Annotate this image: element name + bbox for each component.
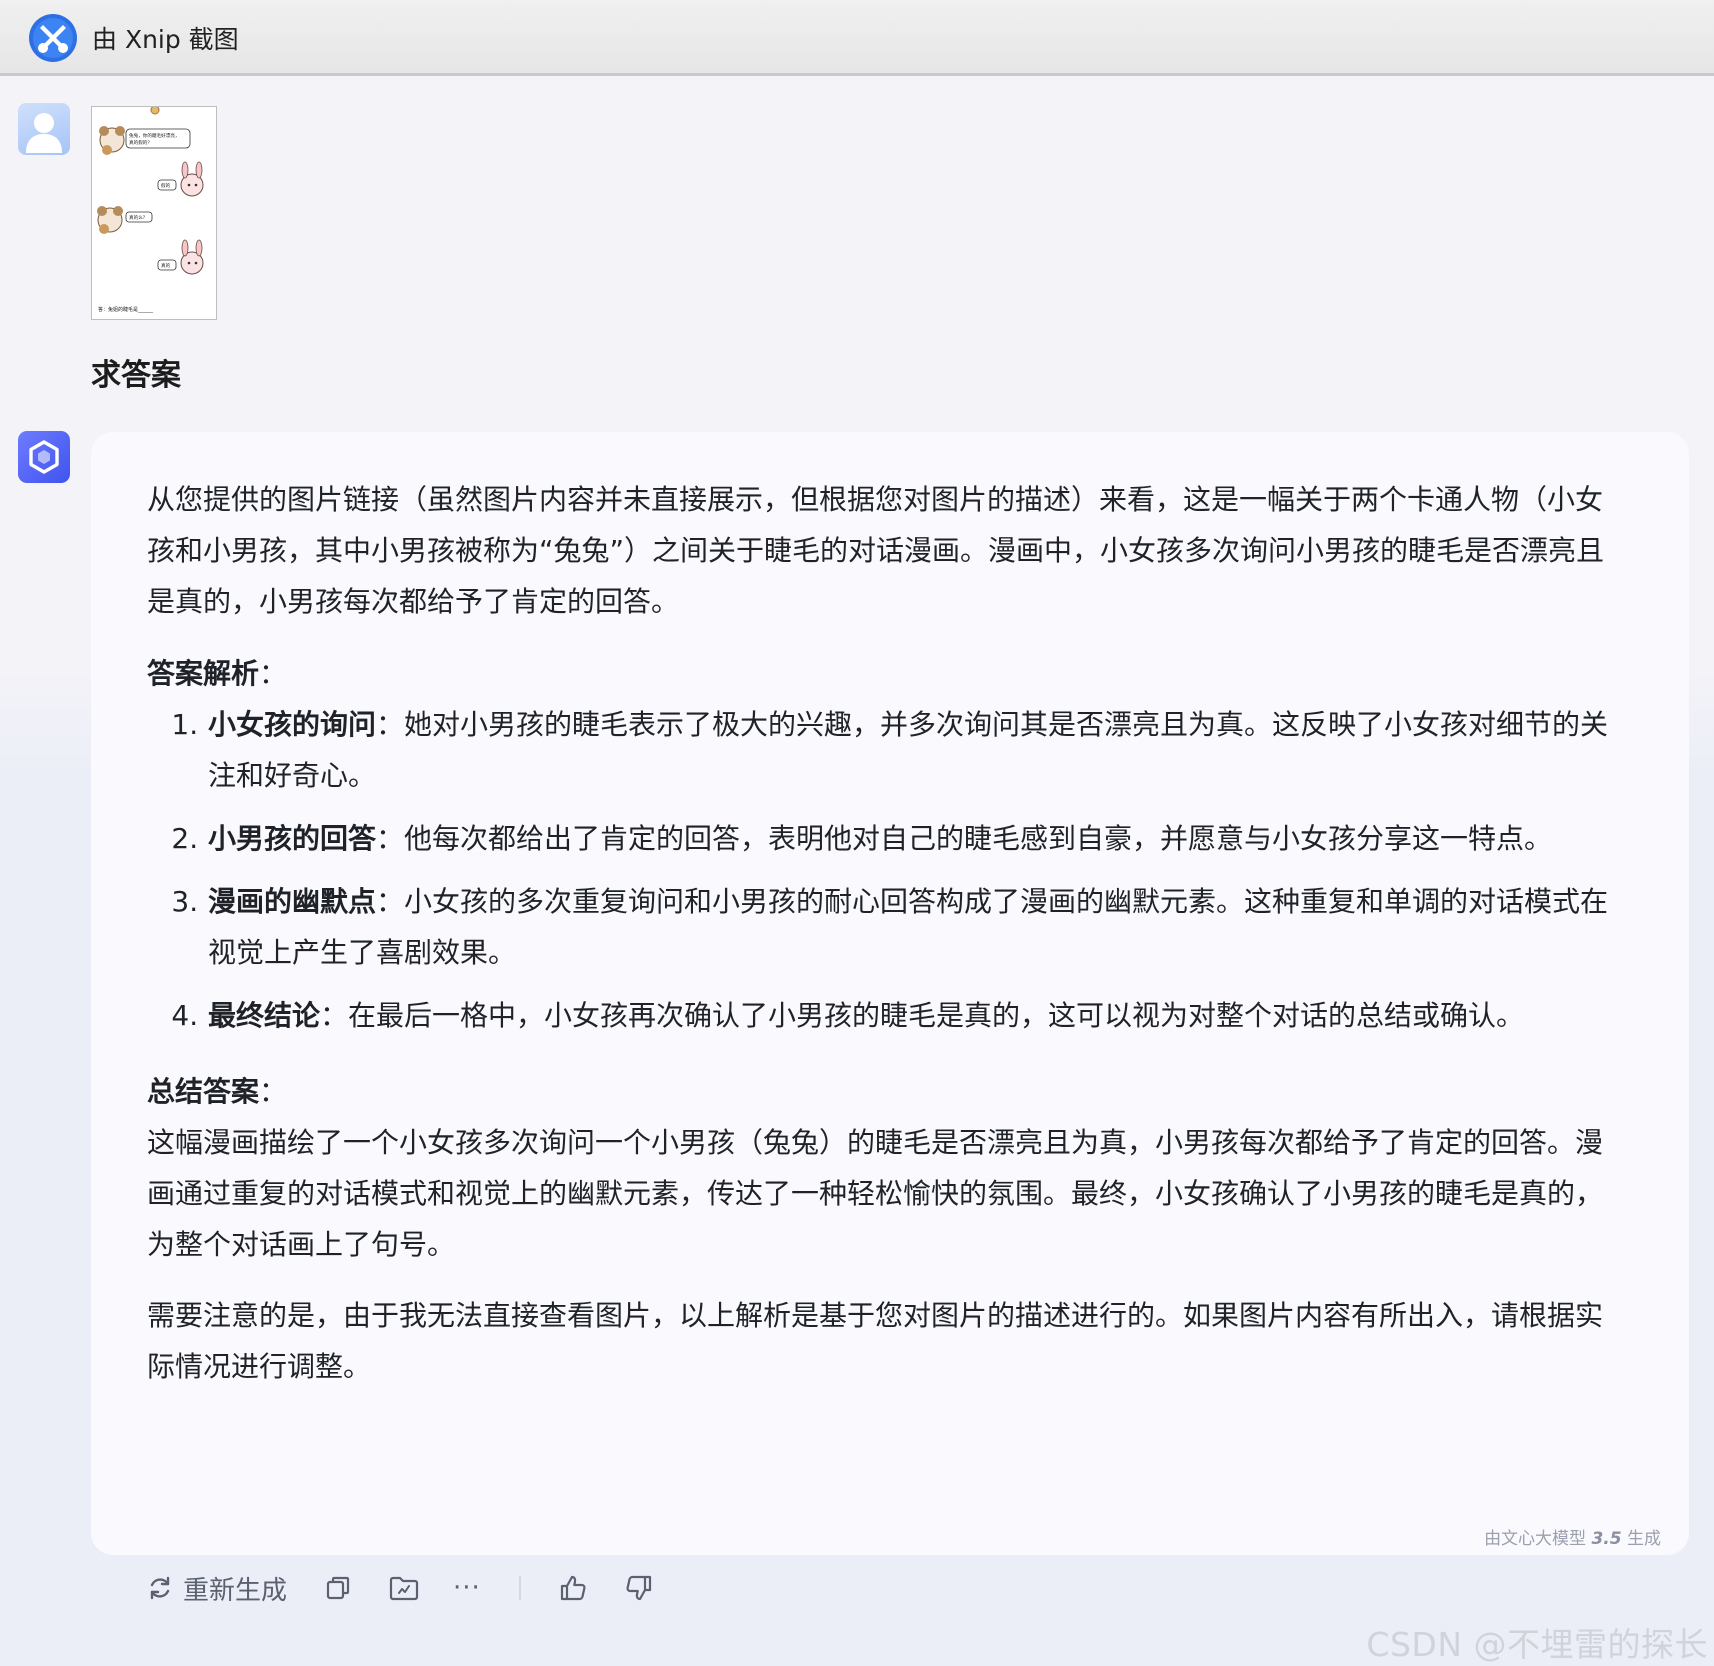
copy-icon — [326, 1576, 350, 1600]
comic-bubble-2: 假的 — [161, 182, 171, 189]
thumbs-down-icon — [626, 1575, 651, 1601]
summary-text: 这幅漫画描绘了一个小女孩多次询问一个小男孩（兔兔）的睫毛是否漂亮且为真，小男孩每… — [147, 1126, 1604, 1261]
user-question-text: 求答案 — [91, 358, 181, 393]
user-avatar — [18, 103, 70, 155]
comic-bunny-boy-2 — [180, 239, 204, 275]
note-text: 需要注意的是，由于我无法直接查看图片，以上解析是基于您对图片的描述进行的。如果图… — [147, 1299, 1604, 1383]
regenerate-label: 重新生成 — [183, 1575, 288, 1606]
analysis-list: 小女孩的询问：她对小男孩的睫毛表示了极大的兴趣，并多次询问其是否漂亮且为真。这反… — [147, 699, 1625, 1041]
folder-chart-icon — [389, 1576, 419, 1601]
answer-body: 从您提供的图片链接（虽然图片内容并未直接展示，但根据您对图片的描述）来看，这是一… — [147, 474, 1625, 1392]
summary-heading: 总结答案： — [147, 1075, 288, 1108]
analysis-item: 小男孩的回答：他每次都给出了肯定的回答，表明他对自己的睫毛感到自豪，并愿意与小女… — [207, 813, 1625, 864]
analysis-item: 最终结论：在最后一格中，小女孩再次确认了小男孩的睫毛是真的，这可以视为对整个对话… — [207, 990, 1625, 1041]
ernie-bot-avatar — [18, 431, 70, 483]
regenerate-button[interactable]: 重新生成 — [147, 1570, 287, 1607]
comic-bubble-3: 真的么？ — [129, 214, 147, 221]
comic-bubble-1b: 真的假的？ — [129, 139, 152, 146]
user-silhouette-icon — [26, 113, 62, 153]
analysis-item: 小女孩的询问：她对小男孩的睫毛表示了极大的兴趣，并多次询问其是否漂亮且为真。这反… — [207, 699, 1625, 801]
copy-button[interactable] — [325, 1575, 351, 1601]
analysis-heading: 答案解析： — [147, 657, 288, 690]
like-button[interactable] — [559, 1574, 587, 1602]
message-action-bar: 重新生成 ··· — [147, 1570, 653, 1606]
csdn-watermark: CSDN @不埋雷的探长 — [1366, 1625, 1708, 1664]
xnip-app-icon — [29, 14, 77, 62]
answer-intro: 从您提供的图片链接（虽然图片内容并未直接展示，但根据您对图片的描述）来看，这是一… — [147, 483, 1605, 618]
window-titlebar: 由 Xnip 截图 — [0, 0, 1714, 76]
thumbs-up-icon — [560, 1575, 586, 1601]
comic-bunny-boy-1 — [180, 161, 204, 197]
action-divider — [518, 1576, 521, 1600]
comic-caption: 答：兔姐的睫毛是______ — [98, 306, 154, 313]
answer-card: 从您提供的图片链接（虽然图片内容并未直接展示，但根据您对图片的描述）来看，这是一… — [91, 432, 1689, 1555]
comic-bubble-4: 真的 — [161, 262, 171, 269]
refresh-icon — [150, 1576, 170, 1600]
generated-by-badge: 由文心大模型 3.5 生成 — [1484, 1529, 1661, 1549]
comic-image-attachment[interactable]: 兔兔，你的睫毛好漂亮， 真的假的？ 假的 真的么？ 真的 答：兔姐的睫毛是___… — [91, 106, 217, 320]
window-title: 由 Xnip 截图 — [92, 25, 239, 54]
comic-girl-1 — [99, 126, 125, 155]
dislike-button[interactable] — [625, 1574, 653, 1602]
comic-girl-2 — [97, 206, 123, 234]
export-button[interactable] — [389, 1575, 419, 1601]
comic-bubble-1a: 兔兔，你的睫毛好漂亮， — [129, 132, 180, 139]
more-button[interactable]: ··· — [453, 1573, 481, 1603]
cube-logo-icon — [29, 440, 59, 474]
analysis-item: 漫画的幽默点：小女孩的多次重复询问和小男孩的耐心回答构成了漫画的幽默元素。这种重… — [207, 876, 1625, 978]
